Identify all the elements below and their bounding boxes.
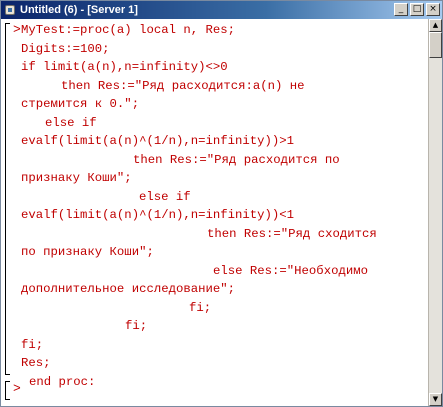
worksheet-icon[interactable]: [4, 4, 16, 16]
title-bar[interactable]: Untitled (6) - [Server 1] _ □ ×: [1, 1, 442, 19]
code-input-region[interactable]: MyTest:=proc(a) local n, Res; Digits:=10…: [21, 21, 377, 391]
code-line[interactable]: else if: [21, 188, 377, 207]
restore-button[interactable]: □: [410, 3, 424, 16]
code-line[interactable]: evalf(limit(a(n)^(1/n),n=infinity))>1: [21, 132, 377, 151]
code-line[interactable]: fi;: [21, 336, 377, 355]
code-line[interactable]: fi;: [21, 317, 377, 336]
code-line[interactable]: дополнительное исследование";: [21, 280, 377, 299]
code-line[interactable]: стремится к 0.";: [21, 95, 377, 114]
scroll-thumb[interactable]: [429, 32, 442, 58]
code-line[interactable]: Res;: [21, 354, 377, 373]
worksheet-document[interactable]: > MyTest:=proc(a) local n, Res; Digits:=…: [1, 19, 428, 406]
code-line[interactable]: else Res:="Необходимо: [21, 262, 377, 281]
code-line[interactable]: then Res:="Ряд сходится: [21, 225, 377, 244]
code-line[interactable]: fi;: [21, 299, 377, 318]
empty-input-prompt: >: [13, 381, 21, 396]
code-line[interactable]: then Res:="Ряд расходится:a(n) не: [21, 77, 377, 96]
worksheet-window: Untitled (6) - [Server 1] _ □ × > MyTest…: [0, 0, 443, 407]
code-line[interactable]: if limit(a(n),n=infinity)<>0: [21, 58, 377, 77]
minimize-button[interactable]: _: [394, 3, 408, 16]
vertical-scrollbar[interactable]: ▲ ▼: [428, 19, 442, 406]
input-prompt: >: [13, 22, 21, 37]
code-line[interactable]: по признаку Коши";: [21, 243, 377, 262]
empty-group-bracket[interactable]: [5, 381, 10, 400]
code-line[interactable]: Digits:=100;: [21, 40, 377, 59]
code-line[interactable]: MyTest:=proc(a) local n, Res;: [21, 21, 377, 40]
code-line[interactable]: end proc:: [21, 373, 377, 392]
execution-group-bracket[interactable]: [5, 23, 10, 375]
scroll-up-arrow-icon[interactable]: ▲: [429, 19, 442, 32]
code-line[interactable]: then Res:="Ряд расходится по: [21, 151, 377, 170]
window-title: Untitled (6) - [Server 1]: [20, 4, 138, 16]
code-line[interactable]: evalf(limit(a(n)^(1/n),n=infinity))<1: [21, 206, 377, 225]
close-button[interactable]: ×: [426, 3, 440, 16]
code-line[interactable]: else if: [21, 114, 377, 133]
scroll-down-arrow-icon[interactable]: ▼: [429, 393, 442, 406]
window-controls: _ □ ×: [394, 3, 440, 16]
code-line[interactable]: признаку Коши";: [21, 169, 377, 188]
